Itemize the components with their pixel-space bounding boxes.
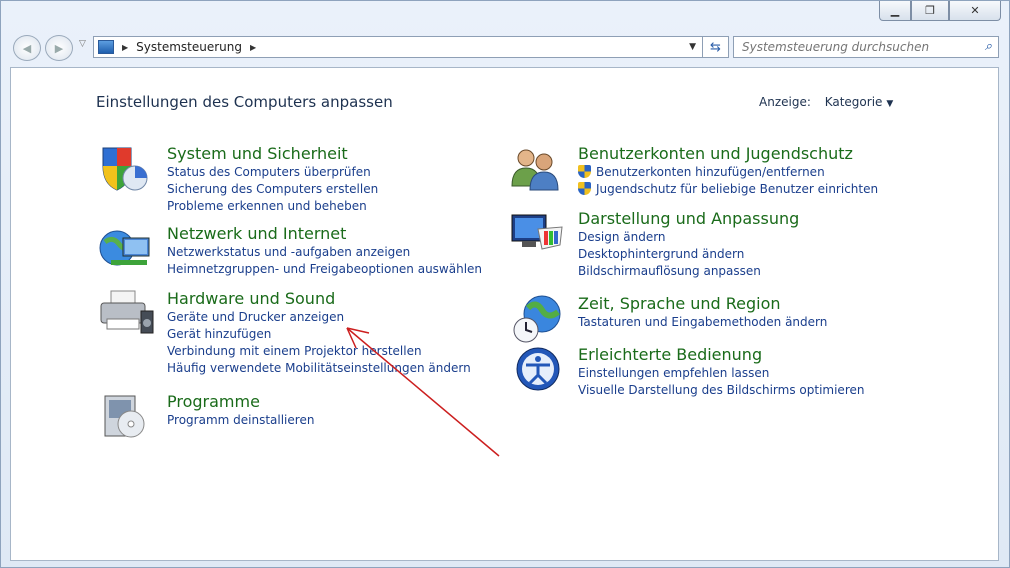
restore-icon: ❐: [925, 4, 935, 17]
link-add-device[interactable]: Gerät hinzufügen: [167, 326, 471, 343]
recent-pages-dropdown[interactable]: ▽: [79, 39, 86, 49]
printer-icon: [100, 290, 154, 334]
link-homegroup[interactable]: Heimnetzgruppen- und Freigabeoptionen au…: [167, 261, 482, 278]
link-uninstall-program[interactable]: Programm deinstallieren: [167, 412, 314, 429]
breadcrumb-separator-icon[interactable]: ▶: [122, 43, 128, 52]
link-mobility-settings[interactable]: Häufig verwendete Mobilitätseinstellunge…: [167, 360, 471, 377]
breadcrumb-item[interactable]: Systemsteuerung: [136, 40, 242, 54]
minimize-button[interactable]: ▁: [879, 1, 911, 21]
link-troubleshoot[interactable]: Probleme erkennen und beheben: [167, 198, 378, 215]
link-computer-status[interactable]: Status des Computers überprüfen: [167, 164, 378, 181]
caption-buttons: ▁ ❐ ✕: [879, 1, 1001, 21]
category-title[interactable]: Programme: [167, 392, 314, 412]
back-arrow-icon: ◀: [22, 41, 32, 55]
category-title[interactable]: Darstellung und Anpassung: [578, 209, 799, 229]
globe-clock-icon: [513, 295, 561, 343]
forward-arrow-icon: ▶: [54, 41, 64, 55]
category-title[interactable]: Hardware und Sound: [167, 289, 471, 309]
search-input[interactable]: [742, 40, 972, 54]
link-add-remove-accounts[interactable]: Benutzerkonten hinzufügen/entfernen: [578, 164, 878, 181]
network-globe-icon: [99, 230, 150, 266]
link-change-theme[interactable]: Design ändern: [578, 229, 799, 246]
refresh-button[interactable]: ⇆: [703, 36, 729, 58]
link-screen-resolution[interactable]: Bildschirmauflösung anpassen: [578, 263, 799, 280]
uac-shield-icon: [578, 165, 591, 178]
search-box[interactable]: ⌕: [733, 36, 999, 58]
forward-button[interactable]: ▶: [45, 35, 73, 61]
control-panel-window: ▁ ❐ ✕ ◀ ▶ ▽ ▶ Systemsteuerung ▶ ▼ ⇆ ⌕ Ei…: [0, 0, 1010, 568]
software-box-icon: [104, 395, 145, 438]
monitor-palette-icon: [511, 214, 563, 250]
view-dropdown[interactable]: Kategorie ▼: [825, 95, 894, 109]
view-label: Anzeige:: [759, 95, 811, 109]
content-pane: Einstellungen des Computers anpassen Anz…: [10, 67, 999, 561]
dropdown-caret-icon: ▼: [886, 99, 894, 109]
address-bar[interactable]: ▶ Systemsteuerung ▶ ▼: [93, 36, 703, 58]
back-button[interactable]: ◀: [13, 35, 41, 61]
breadcrumb-chevron-icon[interactable]: ▶: [250, 43, 256, 52]
category-title[interactable]: Netzwerk und Internet: [167, 224, 482, 244]
address-dropdown-icon[interactable]: ▼: [689, 42, 696, 52]
close-button[interactable]: ✕: [949, 1, 1001, 21]
category-title[interactable]: System und Sicherheit: [167, 144, 378, 164]
category-title[interactable]: Zeit, Sprache und Region: [578, 294, 827, 314]
link-keyboards-input[interactable]: Tastaturen und Eingabemethoden ändern: [578, 314, 827, 331]
refresh-icon: ⇆: [710, 39, 721, 55]
accessibility-icon: [516, 347, 560, 391]
search-icon[interactable]: ⌕: [985, 39, 992, 54]
link-optimize-display[interactable]: Visuelle Darstellung des Bildschirms opt…: [578, 382, 864, 399]
shield-icon: [102, 147, 148, 191]
users-icon: [511, 149, 559, 191]
link-backup[interactable]: Sicherung des Computers erstellen: [167, 181, 378, 198]
view-selector: Anzeige: Kategorie ▼: [759, 95, 893, 109]
close-icon: ✕: [970, 4, 980, 17]
link-recommend-settings[interactable]: Einstellungen empfehlen lassen: [578, 365, 864, 382]
link-change-wallpaper[interactable]: Desktophintergrund ändern: [578, 246, 799, 263]
link-devices-printers[interactable]: Geräte und Drucker anzeigen: [167, 309, 471, 326]
category-title[interactable]: Benutzerkonten und Jugendschutz: [578, 144, 878, 164]
link-connect-projector[interactable]: Verbindung mit einem Projektor herstelle…: [167, 343, 471, 360]
navigation-bar: ◀ ▶ ▽ ▶ Systemsteuerung ▶ ▼ ⇆ ⌕: [9, 33, 999, 61]
uac-shield-icon: [578, 182, 591, 195]
link-network-status[interactable]: Netzwerkstatus und -aufgaben anzeigen: [167, 244, 482, 261]
control-panel-icon: [98, 40, 114, 54]
category-title[interactable]: Erleichterte Bedienung: [578, 345, 864, 365]
page-title: Einstellungen des Computers anpassen: [96, 93, 393, 111]
minimize-icon: ▁: [890, 4, 900, 17]
maximize-button[interactable]: ❐: [911, 1, 949, 21]
link-parental-controls[interactable]: Jugendschutz für beliebige Benutzer einr…: [578, 181, 878, 198]
